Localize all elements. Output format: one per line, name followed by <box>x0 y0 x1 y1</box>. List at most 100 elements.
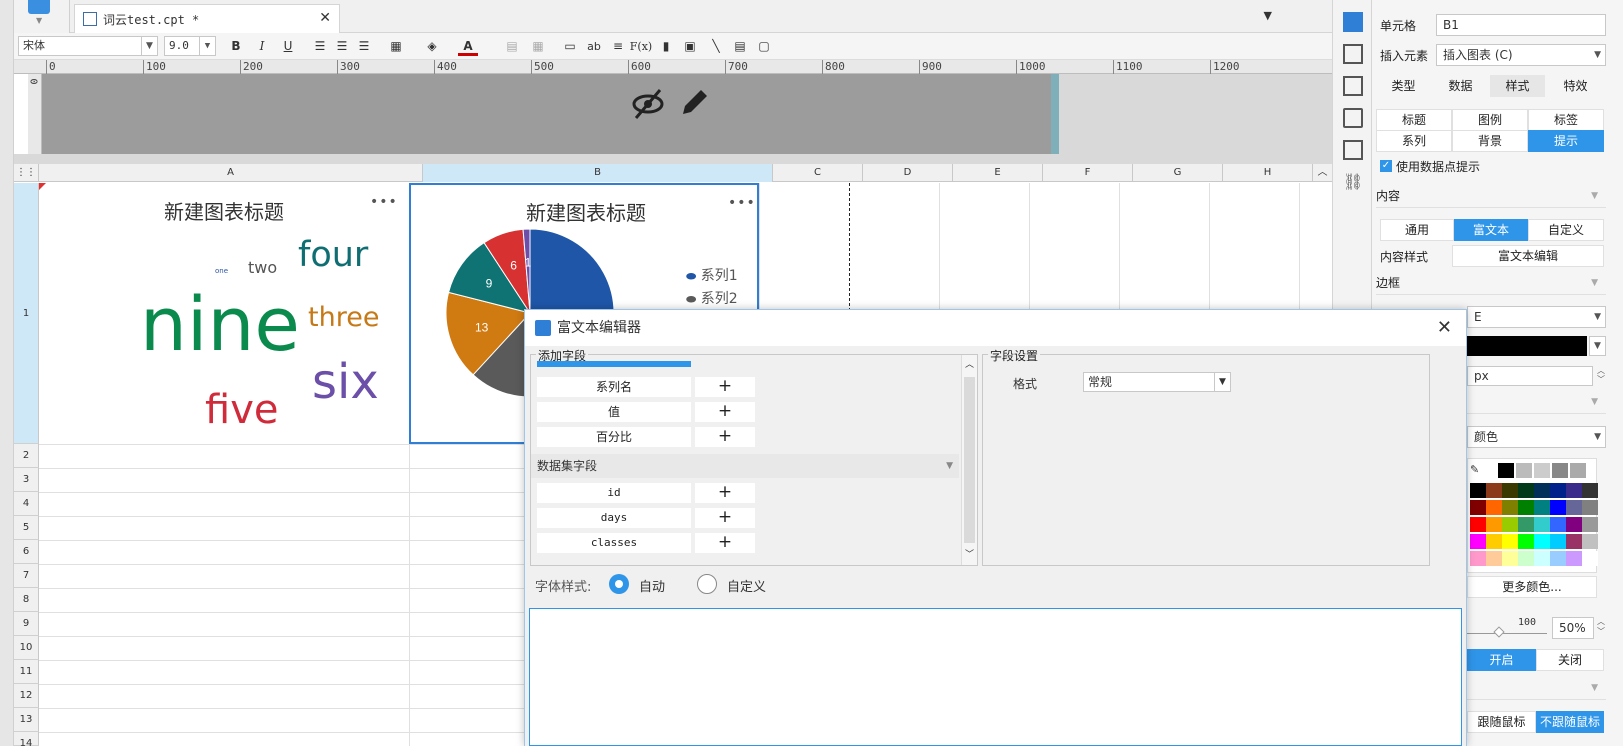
split-cells-icon[interactable]: ▦ <box>528 37 548 56</box>
border-section-header[interactable]: 边框 ▼ <box>1376 271 1606 295</box>
align-center-icon[interactable]: ☰ <box>332 37 352 56</box>
column-header-a[interactable]: A <box>39 164 423 182</box>
insert-element-select[interactable]: 插入图表 (C) ▼ <box>1436 44 1606 66</box>
subtab-background[interactable]: 背景 <box>1452 130 1528 152</box>
add-field-button[interactable]: + <box>695 533 755 553</box>
row-header-5[interactable]: 5 <box>14 516 39 540</box>
text-button[interactable]: ab <box>584 37 604 56</box>
eyedropper-icon[interactable]: ✎ <box>1470 463 1479 476</box>
chevron-up-icon[interactable]: ︿ <box>965 357 974 370</box>
column-header-h[interactable]: H <box>1223 164 1313 182</box>
color-swatch[interactable] <box>1582 483 1598 498</box>
tab-menu-icon[interactable]: ▼ <box>1264 9 1272 22</box>
color-swatch[interactable] <box>1486 534 1502 549</box>
color-swatch[interactable] <box>1486 500 1502 515</box>
color-swatch[interactable] <box>1550 534 1566 549</box>
color-swatch[interactable] <box>1518 517 1534 532</box>
italic-button[interactable]: I <box>252 37 272 56</box>
color-swatch[interactable] <box>1470 517 1486 532</box>
chevron-down-icon[interactable]: ﹀ <box>965 547 974 560</box>
data-set-icon[interactable] <box>1343 44 1363 64</box>
color-swatch[interactable] <box>1486 517 1502 532</box>
stepper-icon[interactable]: ︿ ﹀ <box>1597 366 1605 384</box>
color-swatch[interactable] <box>1502 500 1518 515</box>
scrollbar-thumb[interactable] <box>964 377 975 543</box>
subtab-title[interactable]: 标题 <box>1376 109 1452 131</box>
field-name[interactable]: 系列名 <box>537 377 691 397</box>
subreport-icon[interactable]: ▤ <box>730 37 750 56</box>
content-tab-custom[interactable]: 自定义 <box>1528 219 1604 241</box>
legend-item-series2[interactable]: ⬬ 系列2 <box>686 288 738 308</box>
column-header-b[interactable]: B <box>423 164 773 182</box>
more-options-icon[interactable]: ••• <box>370 194 398 210</box>
color-swatch[interactable] <box>1534 500 1550 515</box>
color-swatch[interactable] <box>1486 483 1502 498</box>
color-swatch[interactable] <box>1486 551 1502 566</box>
color-swatch[interactable] <box>1582 534 1598 549</box>
subtab-legend[interactable]: 图例 <box>1452 109 1528 131</box>
color-swatch[interactable] <box>1534 551 1550 566</box>
row-header-9[interactable]: 9 <box>14 612 39 636</box>
color-swatch[interactable] <box>1534 534 1550 549</box>
close-icon[interactable]: ✕ <box>1437 310 1452 346</box>
radio-custom[interactable] <box>697 574 717 594</box>
fill-color-icon[interactable]: ◈ <box>422 37 442 56</box>
toggle-on-button[interactable]: 开启 <box>1467 649 1536 671</box>
row-header-2[interactable]: 2 <box>14 444 39 468</box>
color-swatch[interactable] <box>1470 534 1486 549</box>
color-swatch[interactable] <box>1566 517 1582 532</box>
border-style-select[interactable]: E ▼ <box>1467 306 1606 328</box>
underline-button[interactable]: U <box>278 37 298 56</box>
border-icon[interactable]: ▦ <box>386 37 406 56</box>
image-icon[interactable]: ▣ <box>680 37 700 56</box>
cell-input[interactable]: B1 <box>1436 14 1606 36</box>
color-swatch[interactable] <box>1566 500 1582 515</box>
font-color-icon[interactable]: A <box>458 37 478 56</box>
row-header-8[interactable]: 8 <box>14 588 39 612</box>
merge-cells-icon[interactable]: ▤ <box>502 37 522 56</box>
select-all-icon[interactable]: ⋮⋮ <box>14 164 39 182</box>
formula-button[interactable]: F(x) <box>628 37 654 56</box>
richtext-content-editor[interactable] <box>529 608 1462 746</box>
tab-style[interactable]: 样式 <box>1490 75 1545 97</box>
dataset-fields-header[interactable]: 数据集字段 ▼ <box>531 454 959 478</box>
close-tab-icon[interactable]: ✕ <box>319 10 331 26</box>
row-header-7[interactable]: 7 <box>14 564 39 588</box>
color-swatch[interactable] <box>1582 500 1598 515</box>
color-swatch[interactable] <box>1470 500 1486 515</box>
color-swatch[interactable] <box>1552 463 1568 478</box>
richtext-edit-button[interactable]: 富文本编辑 <box>1452 245 1604 267</box>
condition-icon[interactable] <box>1343 140 1363 160</box>
row-header-4[interactable]: 4 <box>14 492 39 516</box>
row-header-12[interactable]: 12 <box>14 684 39 708</box>
color-swatch[interactable] <box>1498 463 1514 478</box>
edit-pencil-icon[interactable] <box>677 86 711 120</box>
radio-auto[interactable] <box>609 574 629 594</box>
add-field-button[interactable]: + <box>695 483 755 503</box>
background-color-select[interactable]: 颜色 ▼ <box>1467 426 1606 448</box>
file-tab[interactable]: 词云test.cpt * ✕ <box>74 4 340 33</box>
hyperlink-icon[interactable]: ⛓ <box>1343 172 1363 192</box>
not-follow-mouse-button[interactable]: 不跟随鼠标 <box>1536 711 1604 733</box>
subtab-label[interactable]: 标签 <box>1528 109 1604 131</box>
row-header-13[interactable]: 13 <box>14 708 39 732</box>
slash-icon[interactable]: ╲ <box>706 37 726 56</box>
add-field-button[interactable]: + <box>695 377 755 397</box>
color-swatch[interactable] <box>1582 517 1598 532</box>
dialog-title-bar[interactable]: 富文本编辑器 ✕ <box>525 310 1466 346</box>
color-swatch[interactable] <box>1534 483 1550 498</box>
chart-icon[interactable]: ▮ <box>656 37 676 56</box>
row-header-10[interactable]: 10 <box>14 636 39 660</box>
add-field-button[interactable]: + <box>695 427 755 447</box>
border-color-swatch[interactable] <box>1467 336 1587 356</box>
color-swatch[interactable] <box>1470 551 1486 566</box>
align-left-icon[interactable]: ☰ <box>310 37 330 56</box>
widget-icon[interactable] <box>1343 108 1363 128</box>
color-swatch[interactable] <box>1502 551 1518 566</box>
bold-button[interactable]: B <box>226 37 246 56</box>
subtab-tooltip[interactable]: 提示 <box>1528 130 1604 152</box>
tab-data[interactable]: 数据 <box>1433 75 1488 97</box>
hide-eye-icon[interactable] <box>630 86 666 122</box>
stepper-icon[interactable]: ︿ ﹀ <box>1597 617 1605 637</box>
field-name[interactable]: 百分比 <box>537 427 691 447</box>
